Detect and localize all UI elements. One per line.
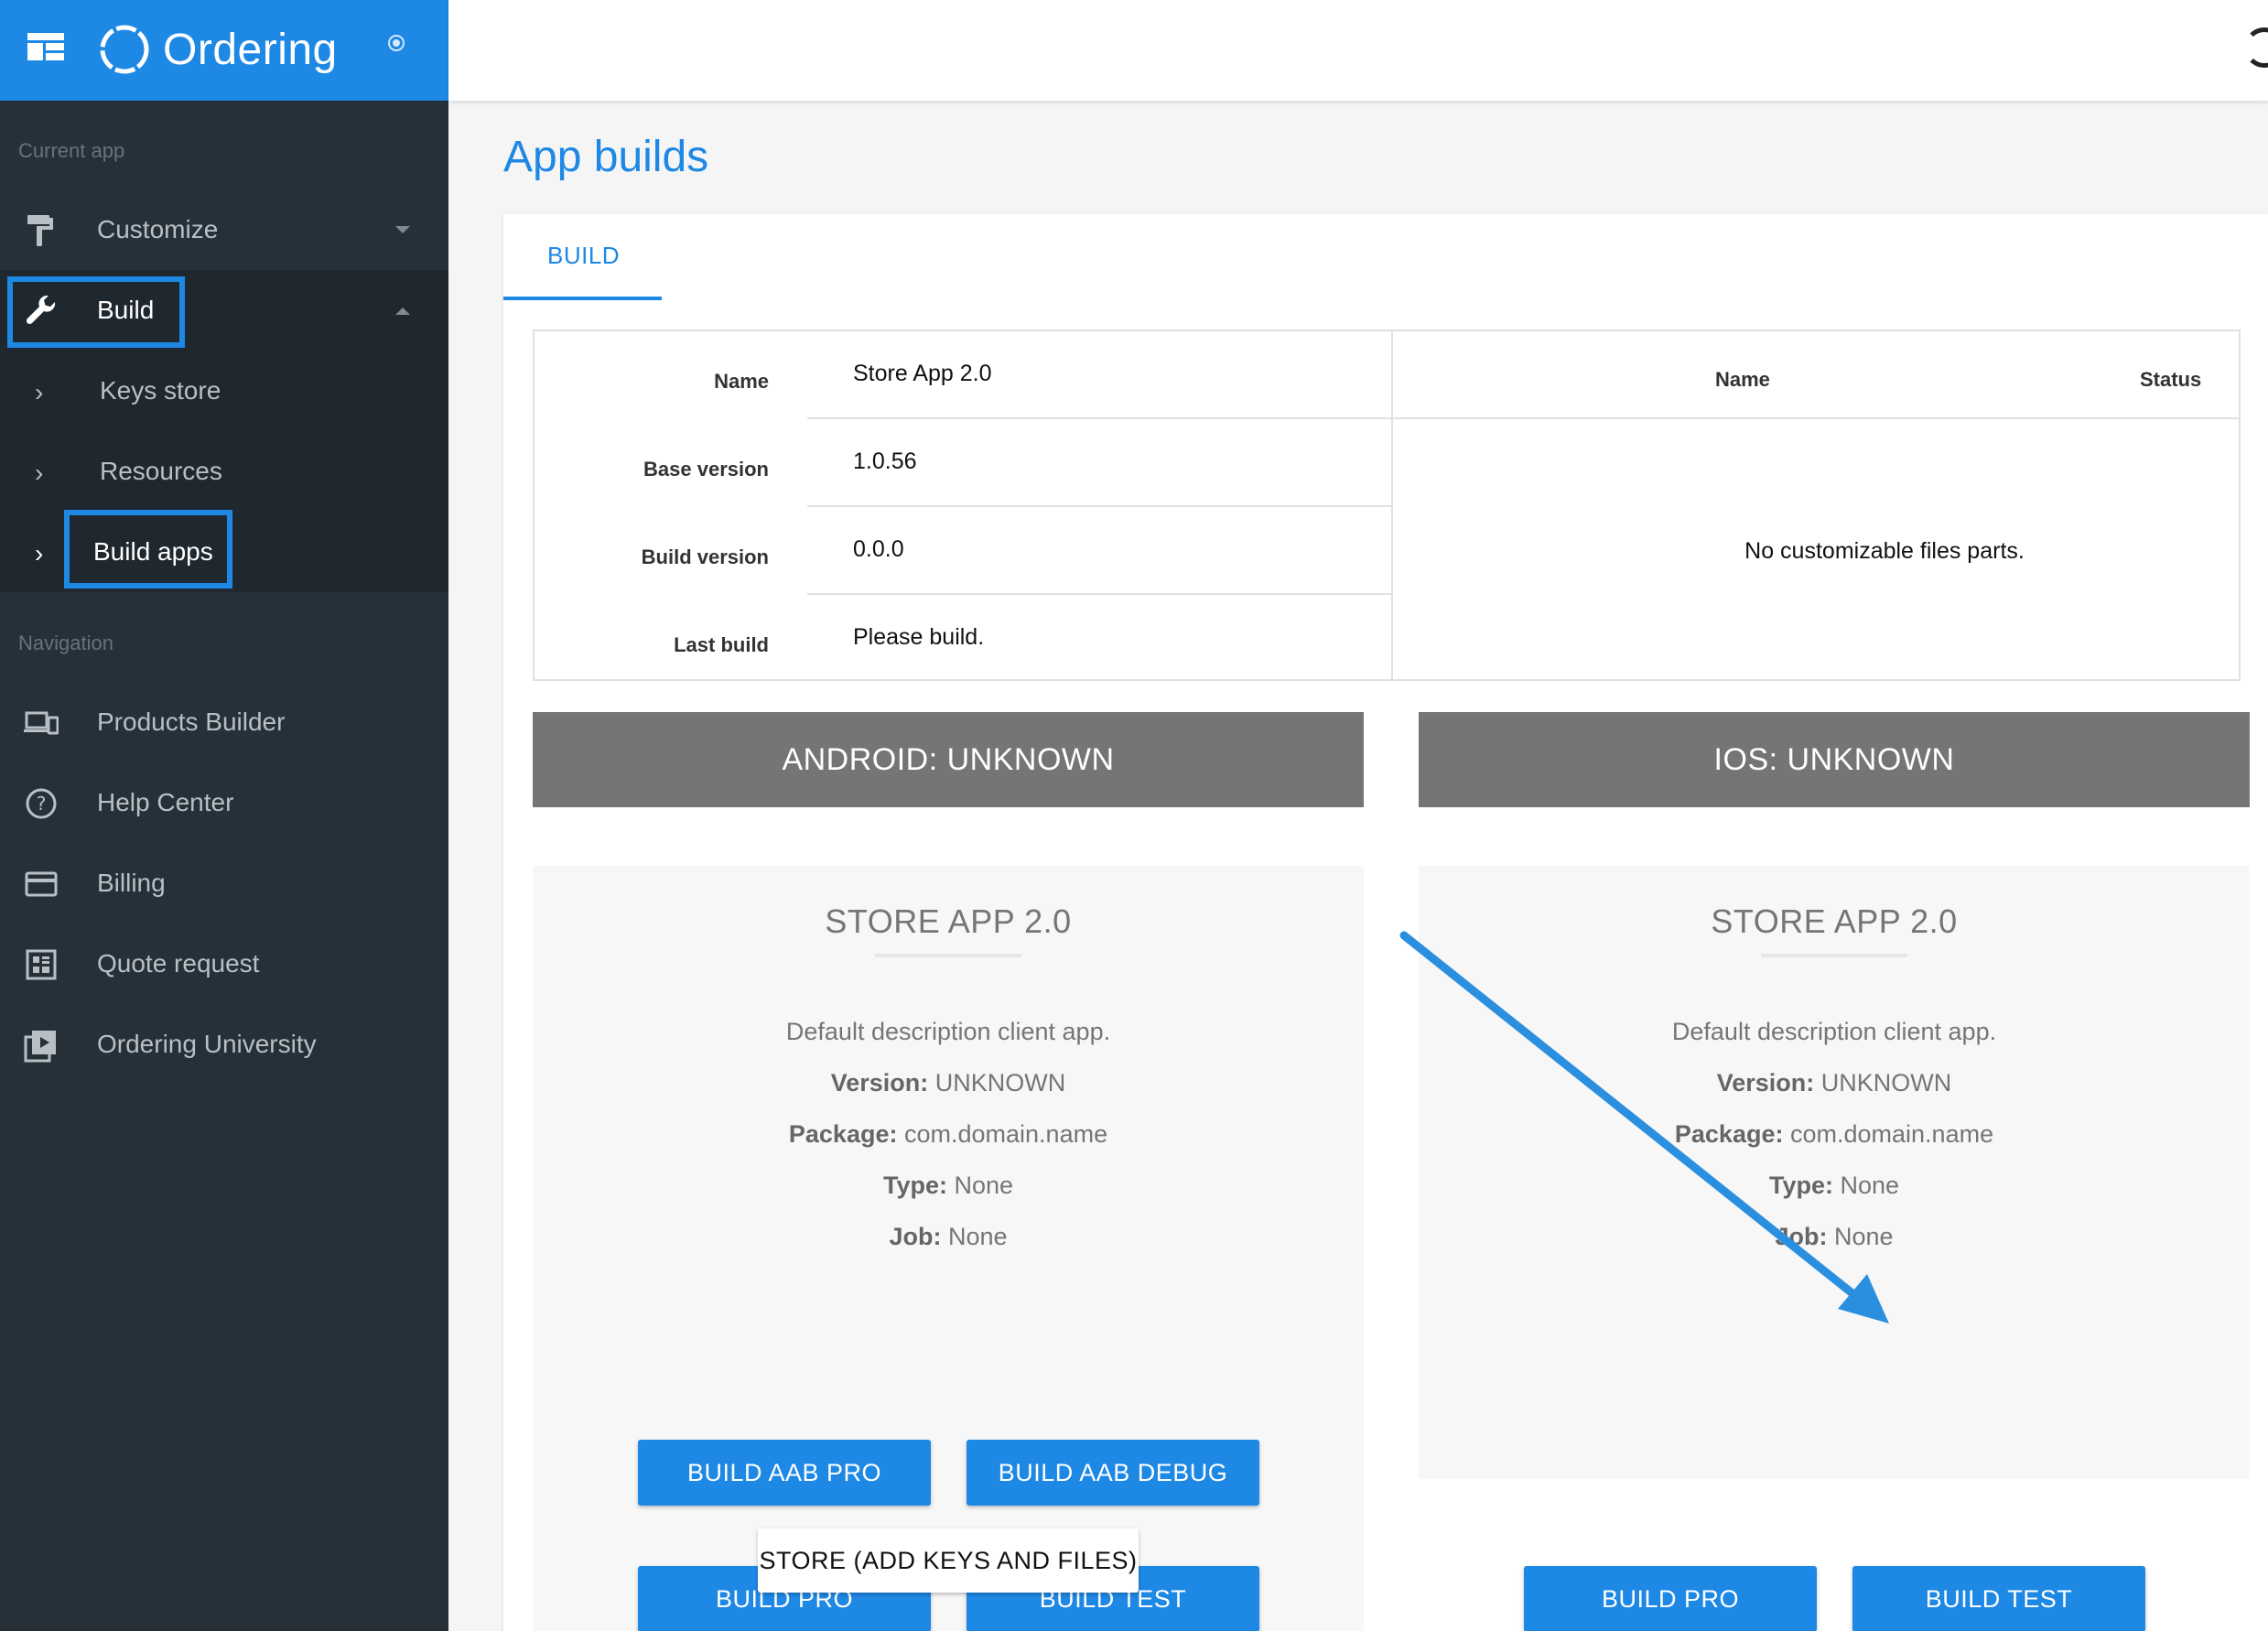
column-header-name: Name [1715,368,1770,391]
android-status-bar: ANDROID: UNKNOWN [533,712,1364,807]
video-library-icon [24,1031,56,1063]
sidebar-item-label: Ordering University [97,1030,317,1058]
chevron-right-icon: › [35,459,44,487]
android-store-keys-files-button[interactable]: STORE (ADD KEYS AND FILES) [758,1528,1139,1593]
sidebar-item-customize[interactable]: Customize [0,189,448,270]
sidebar-subitem-keys-store[interactable]: › Keys store [0,351,448,431]
sidebar-item-label: Billing [97,869,166,897]
sidebar-item-billing[interactable]: Billing [0,843,448,924]
help-circle-icon: ? [26,788,57,819]
navigation-label: Navigation [18,632,113,654]
info-label: Name [714,370,769,393]
tab-label: BUILD [547,242,621,269]
android-app-panel: STORE APP 2.0 Default description client… [533,866,1364,1631]
ordering-logo[interactable]: Ordering [99,24,338,75]
caret-down-icon [395,226,410,233]
title-divider [875,954,1021,957]
info-value: Please build. [853,624,985,650]
info-label: Base version [643,458,769,481]
sidebar-subitem-label: Build apps [93,537,213,566]
app-version: Version: UNKNOWN [830,1069,1066,1096]
app-type: Type: None [1768,1172,1900,1199]
devices-icon [24,711,59,735]
files-empty-message: No customizable files parts. [1744,538,2025,564]
menu-toggle-icon[interactable] [27,33,64,60]
sidebar-item-ordering-university[interactable]: Ordering University [0,1004,448,1085]
info-value: 0.0.0 [853,536,904,562]
sidebar-item-label: Help Center [97,788,234,816]
sidebar-item-products-builder[interactable]: Products Builder [0,682,448,762]
brand-bar: Ordering [0,0,448,101]
info-value: Store App 2.0 [853,361,992,386]
app-title: STORE APP 2.0 [1711,902,1958,940]
top-bar [448,0,2268,101]
credit-card-icon [25,871,58,897]
column-header-status: Status [2140,368,2202,391]
chevron-right-icon: › [35,539,44,567]
info-row-last-build: Last build Please build. [535,595,1391,683]
sidebar-item-help-center[interactable]: ? Help Center [0,762,448,843]
sidebar-subitem-label: Keys store [100,376,221,405]
sidebar-subitem-label: Resources [100,457,222,485]
sidebar-item-label: Build [97,296,155,324]
android-build-aab-debug-button[interactable]: BUILD AAB DEBUG [967,1440,1259,1506]
sidebar-subitem-resources[interactable]: › Resources [0,431,448,512]
files-table-header: Name Status [1393,331,2239,419]
ios-app-panel: STORE APP 2.0 Default description client… [1419,866,2250,1631]
app-description: Default description client app. [1671,1018,1997,1045]
app-package: Package: com.domain.name [1674,1120,1994,1148]
app-title: STORE APP 2.0 [825,902,1072,940]
page-title: App builds [503,133,709,181]
info-row-build-version: Build version 0.0.0 [535,507,1391,595]
radio-indicator-icon[interactable] [386,33,406,53]
ios-status-bar: IOS: UNKNOWN [1419,712,2250,807]
current-app-label: Current app [18,139,125,162]
files-table: Name Status No customizable files parts. [1391,329,2241,681]
ios-build-test-button[interactable]: BUILD TEST [1852,1566,2145,1631]
info-row-base-version: Base version 1.0.56 [535,419,1391,507]
calculator-icon [26,949,57,980]
sidebar-item-label: Products Builder [97,707,286,736]
info-row-name: Name Store App 2.0 [535,331,1391,419]
app-job: Job: None [889,1223,1008,1250]
sidebar-subitem-build-apps[interactable]: › Build apps [0,512,448,592]
logo-ring-icon [100,25,149,74]
app-description: Default description client app. [785,1018,1111,1045]
brand-name: Ordering [163,25,338,74]
sidebar-item-quote-request[interactable]: Quote request [0,924,448,1004]
svg-text:?: ? [37,793,47,815]
wrench-icon [26,295,56,325]
android-build-aab-pro-button[interactable]: BUILD AAB PRO [638,1440,931,1506]
title-divider [1761,954,1907,957]
app-package: Package: com.domain.name [788,1120,1108,1148]
chevron-right-icon: › [35,378,44,406]
tab-build[interactable]: BUILD [503,214,662,300]
app-type: Type: None [882,1172,1014,1199]
loading-icon[interactable] [2244,27,2268,68]
app-version: Version: UNKNOWN [1716,1069,1952,1096]
caret-up-icon [395,308,410,315]
sidebar-item-label: Customize [97,215,219,243]
app-info-table: Name Store App 2.0 Base version 1.0.56 B… [533,329,1393,681]
ios-build-pro-button[interactable]: BUILD PRO [1524,1566,1817,1631]
paint-roller-icon [27,215,53,246]
info-label: Last build [674,633,769,656]
sidebar-item-label: Quote request [97,949,260,978]
builds-card: BUILD Name Store App 2.0 Base version 1.… [503,214,2268,1631]
app-job: Job: None [1775,1223,1894,1250]
info-label: Build version [641,545,769,568]
sidebar-item-build[interactable]: Build [0,270,448,351]
sidebar: Ordering Current app Customize Build › K… [0,0,448,1631]
info-value: 1.0.56 [853,448,917,474]
